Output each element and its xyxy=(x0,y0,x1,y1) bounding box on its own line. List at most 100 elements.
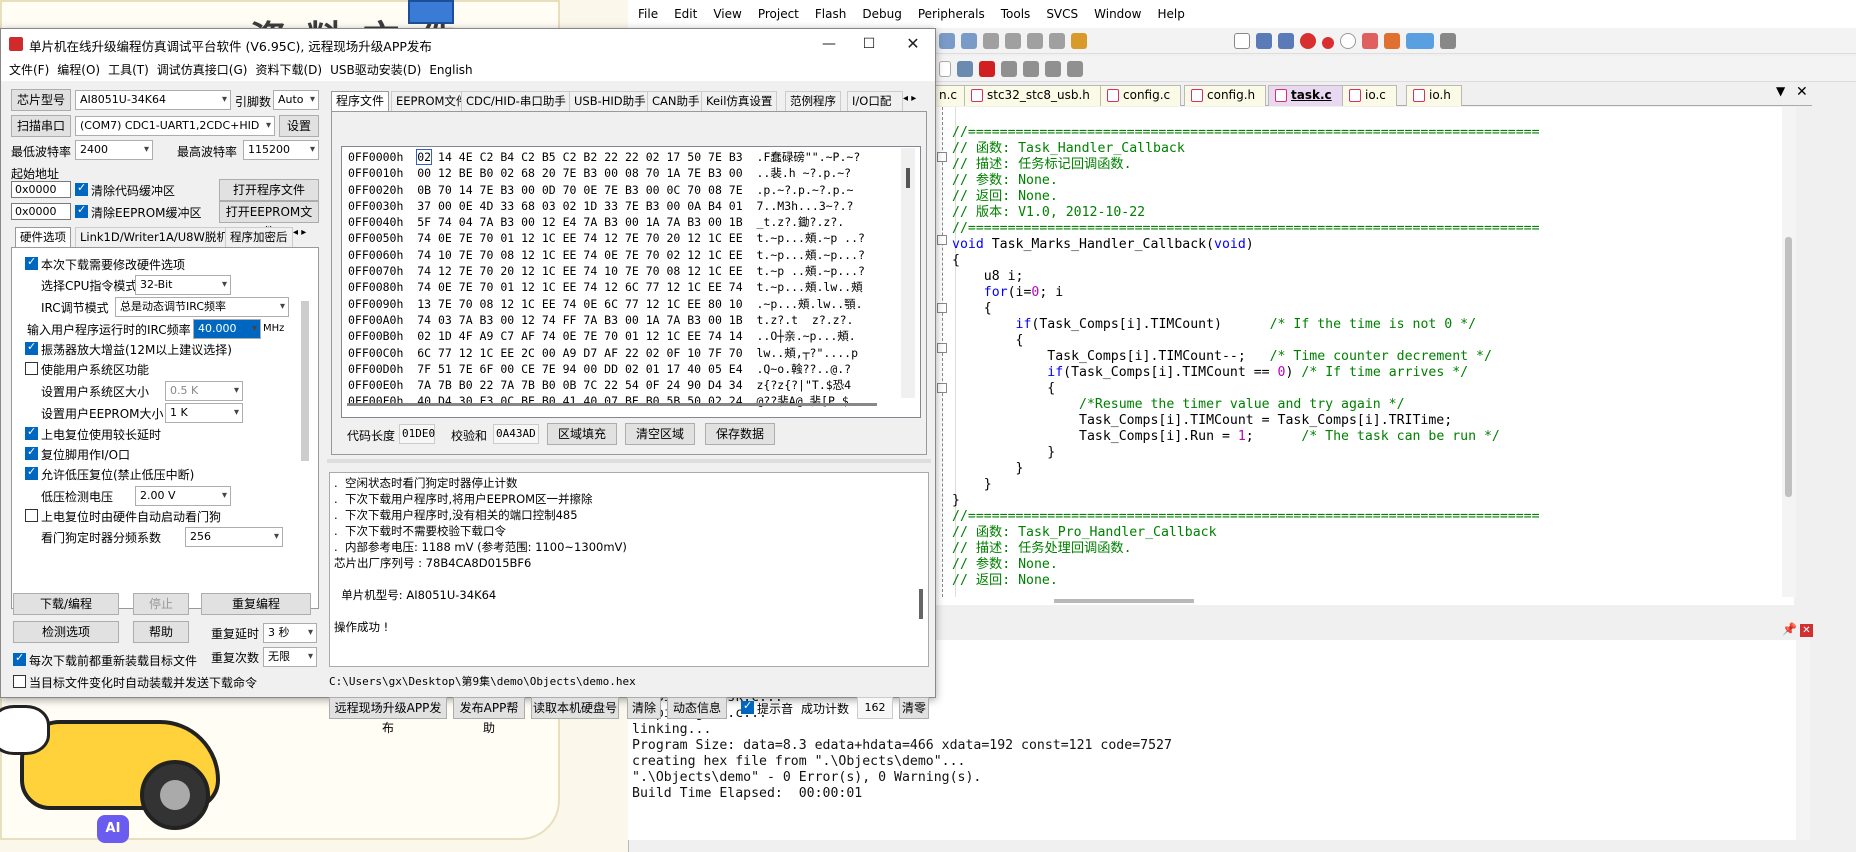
hex-row[interactable]: 0FF0060h 74 10 7E 70 08 12 1C EE 74 0E 7… xyxy=(348,247,920,263)
chip-model-select[interactable]: AI8051U-34K64 xyxy=(75,90,231,110)
code-line[interactable]: u8 i; xyxy=(952,269,1540,285)
tab-offline-writer[interactable]: Link1D/Writer1A/U8W脱机 xyxy=(75,227,233,247)
eeprom-size-select[interactable]: 1 K xyxy=(165,403,243,423)
open-program-file-button[interactable]: 打开程序文件 xyxy=(219,179,319,201)
stop-button[interactable]: 停止 xyxy=(133,593,189,615)
indent-icon[interactable] xyxy=(939,33,955,49)
menu-svcs[interactable]: SVCS xyxy=(1038,0,1086,28)
code-line[interactable]: // 版本: V1.0, 2012-10-22 xyxy=(952,205,1540,221)
fold-toggle-icon[interactable] xyxy=(937,383,947,393)
unindent-icon[interactable] xyxy=(961,33,977,49)
settings-button[interactable]: 设置 xyxy=(279,115,319,137)
bookmark-next-icon[interactable] xyxy=(1027,33,1043,49)
minimize-icon[interactable]: — xyxy=(809,33,849,55)
clear-area-button[interactable]: 清空区域 xyxy=(625,423,695,445)
menu-english[interactable]: English xyxy=(425,59,476,81)
repeat-delay-select[interactable]: 3 秒 xyxy=(263,623,317,643)
manage-project-icon[interactable] xyxy=(979,61,995,77)
code-line[interactable]: //======================================… xyxy=(952,509,1540,525)
tab-scroll-arrows-icon[interactable]: ◂ ▸ xyxy=(903,93,916,104)
hex-row[interactable]: 0FF00F0h 40 D4 30 F3 0C BE B0 41 40 07 B… xyxy=(348,393,920,409)
find-icon[interactable] xyxy=(1277,33,1294,49)
tab-config-h[interactable]: config.h xyxy=(1184,85,1267,106)
hex-row[interactable]: 0FF00B0h 02 1D 4F A9 C7 AF 74 0E 7E 70 0… xyxy=(348,328,920,344)
menu-debug[interactable]: Debug xyxy=(854,0,909,28)
tab-stc32-stc8-usb-h[interactable]: stc32_stc8_usb.h xyxy=(964,85,1101,106)
wdt-div-select[interactable]: 256 xyxy=(185,527,283,547)
publish-help-button[interactable]: 发布APP帮助 xyxy=(453,697,525,735)
fold-toggle-icon[interactable] xyxy=(937,152,947,162)
find-dropdown[interactable] xyxy=(1233,33,1250,49)
lvr-checkbox[interactable] xyxy=(25,465,38,480)
breakpoint-kill-icon[interactable] xyxy=(1361,33,1378,49)
save-data-button[interactable]: 保存数据 xyxy=(705,423,775,445)
clear-log-button[interactable]: 清除 xyxy=(627,697,661,719)
pack-installer-icon[interactable] xyxy=(1023,61,1039,77)
build-output-scrollbar[interactable] xyxy=(1796,640,1810,840)
menu-tools[interactable]: Tools xyxy=(993,0,1039,28)
menu-usb-driver[interactable]: USB驱动安装(D) xyxy=(326,59,425,81)
hex-row[interactable]: 0FF0000h 02 14 4E C2 B4 C2 B5 C2 B2 22 2… xyxy=(348,149,920,165)
hex-row[interactable]: 0FF0090h 13 7E 70 08 12 1C EE 74 0E 6C 7… xyxy=(348,296,920,312)
config-icon[interactable] xyxy=(1439,33,1456,49)
download-program-button[interactable]: 下载/编程 xyxy=(13,593,119,615)
hex-row[interactable]: 0FF0070h 74 12 7E 70 20 12 1C EE 74 10 7… xyxy=(348,263,920,279)
repeat-count-select[interactable]: 无限 xyxy=(263,647,317,667)
menu-peripherals[interactable]: Peripherals xyxy=(910,0,993,28)
fold-toggle-icon[interactable] xyxy=(937,303,947,313)
code-line[interactable]: void Task_Marks_Handler_Callback(void) xyxy=(952,237,1540,253)
code-line[interactable]: // 描述: 任务标记回调函数. xyxy=(952,157,1540,173)
code-line[interactable]: Task_Comps[i].TIMCount = Task_Comps[i].T… xyxy=(952,413,1540,429)
tab-config-c[interactable]: config.c xyxy=(1100,85,1182,106)
tab-serial-assistant[interactable]: CDC/HID-串口助手 xyxy=(461,91,571,111)
reset-io-checkbox[interactable] xyxy=(25,445,38,460)
code-line[interactable]: { xyxy=(952,333,1540,349)
log-scrollbar[interactable] xyxy=(919,589,923,619)
cpu-mode-select[interactable]: 32-Bit xyxy=(135,275,231,295)
hex-row[interactable]: 0FF0050h 74 0E 7E 70 01 12 1C EE 74 12 7… xyxy=(348,230,920,246)
code-line[interactable]: Task_Comps[i].Run = 1; /* The task can b… xyxy=(952,429,1540,445)
code-line[interactable]: // 参数: None. xyxy=(952,173,1540,189)
chip-model-button[interactable]: 芯片型号 xyxy=(11,89,71,111)
scan-port-button[interactable]: 扫描串口 xyxy=(11,115,71,137)
open-eeprom-file-button[interactable]: 打开EEPROM文件 xyxy=(219,201,319,239)
tab-hardware-options[interactable]: 硬件选项 xyxy=(15,227,71,247)
reset-count-button[interactable]: 清零 xyxy=(899,697,929,719)
tab-io-c[interactable]: io.c xyxy=(1342,85,1397,106)
code-line[interactable]: // 描述: 任务处理回调函数. xyxy=(952,541,1540,557)
find-in-files-icon[interactable] xyxy=(1255,33,1272,49)
source-code[interactable]: //======================================… xyxy=(952,125,1540,589)
select-packs-icon[interactable] xyxy=(1045,61,1061,77)
osc-gain-checkbox[interactable] xyxy=(25,340,38,355)
code-line[interactable]: if(Task_Comps[i].TIMCount == 0) /* If ti… xyxy=(952,365,1540,381)
code-line[interactable]: Task_Comps[i].TIMCount--; /* Time counte… xyxy=(952,349,1540,365)
tab-program-file[interactable]: 程序文件 xyxy=(331,91,390,111)
fold-toggle-icon[interactable] xyxy=(937,235,947,245)
hex-row[interactable]: 0FF0020h 0B 70 14 7E B3 00 0D 70 0E 7E B… xyxy=(348,182,920,198)
menu-file[interactable]: 文件(F) xyxy=(5,59,53,81)
read-disk-button[interactable]: 读取本机硬盘号 xyxy=(531,697,619,719)
pin-count-select[interactable]: Auto xyxy=(273,90,319,110)
menu-tools[interactable]: 工具(T) xyxy=(104,59,153,81)
hex-row[interactable]: 0FF0030h 37 00 0E 4D 33 68 03 02 1D 33 7… xyxy=(348,198,920,214)
target-options-icon[interactable] xyxy=(957,61,973,77)
hex-row[interactable]: 0FF00E0h 7A 7B B0 22 7A 7B B0 0B 7C 22 5… xyxy=(348,377,920,393)
repeat-program-button[interactable]: 重复编程 xyxy=(201,593,311,615)
long-delay-checkbox[interactable] xyxy=(25,425,38,440)
code-line[interactable]: { xyxy=(952,253,1540,269)
close-icon[interactable]: ✕ xyxy=(893,33,933,55)
sys-area-checkbox[interactable] xyxy=(25,362,38,375)
dynamic-info-button[interactable]: 动态信息 xyxy=(667,697,727,719)
scrollbar-thumb[interactable] xyxy=(1785,237,1792,497)
fold-toggle-icon[interactable] xyxy=(937,343,947,353)
clear-code-checkbox[interactable] xyxy=(75,181,88,196)
hex-row[interactable]: 0FF00D0h 7F 51 7E 6F 00 CE 7E 94 00 DD 0… xyxy=(348,361,920,377)
tab-keil-sim[interactable]: Keil仿真设置 xyxy=(701,91,778,111)
port-select[interactable]: (COM7) CDC1-UART1,2CDC+HID xyxy=(75,116,275,136)
clear-eeprom-checkbox[interactable] xyxy=(75,203,88,218)
tab-list-icon[interactable]: ▼ xyxy=(1776,84,1785,98)
close-editor-icon[interactable]: ✕ xyxy=(1796,84,1808,100)
wdt-checkbox[interactable] xyxy=(25,509,38,522)
eeprom-start-addr[interactable]: 0x0000 xyxy=(11,203,71,220)
code-line[interactable]: if(Task_Comps[i].TIMCount) /* If the tim… xyxy=(952,317,1540,333)
